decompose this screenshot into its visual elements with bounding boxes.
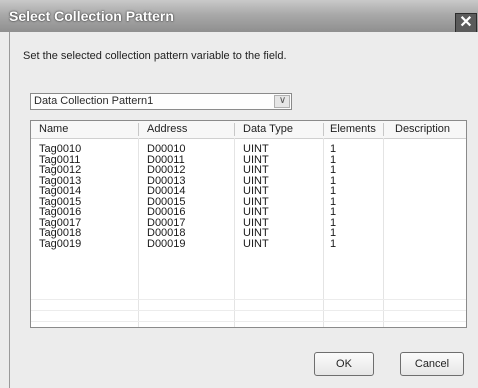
- cancel-button[interactable]: Cancel: [400, 352, 464, 376]
- column-header-address[interactable]: Address: [147, 123, 187, 135]
- column-header-description[interactable]: Description: [395, 123, 450, 135]
- variable-table[interactable]: Name Address Data Type Elements Descript…: [30, 120, 467, 328]
- row-gridline: [31, 321, 466, 322]
- column-header-elements[interactable]: Elements: [330, 123, 376, 135]
- cell-elements: 1: [330, 237, 337, 250]
- cancel-button-label: Cancel: [414, 358, 450, 370]
- row-gridline: [31, 299, 466, 300]
- ok-button[interactable]: OK: [314, 352, 374, 376]
- cell-address: D00019: [147, 237, 186, 250]
- cell-data-type: UINT: [243, 237, 269, 250]
- cell-name: Tag0019: [39, 237, 82, 250]
- title-bar[interactable]: Select Collection Pattern ✕: [0, 0, 478, 33]
- table-header: Name Address Data Type Elements Descript…: [31, 121, 466, 139]
- dialog-title: Select Collection Pattern: [9, 8, 174, 24]
- select-collection-pattern-dialog: Select Collection Pattern ✕ Set the sele…: [0, 0, 478, 388]
- chevron-down-icon: ∨: [278, 95, 287, 106]
- column-header-data-type[interactable]: Data Type: [243, 123, 293, 135]
- column-divider[interactable]: [383, 123, 384, 136]
- instruction-text: Set the selected collection pattern vari…: [23, 50, 287, 62]
- collection-pattern-value: Data Collection Pattern1: [34, 95, 154, 107]
- collection-pattern-dropdown[interactable]: Data Collection Pattern1 ∨: [30, 93, 292, 110]
- column-header-name[interactable]: Name: [39, 123, 68, 135]
- close-icon: ✕: [459, 14, 473, 31]
- column-divider[interactable]: [323, 123, 324, 136]
- column-divider[interactable]: [234, 123, 235, 136]
- ok-button-label: OK: [336, 358, 352, 370]
- dropdown-button[interactable]: ∨: [274, 95, 290, 108]
- column-divider[interactable]: [138, 123, 139, 136]
- close-button[interactable]: ✕: [455, 13, 477, 33]
- row-gridline: [31, 310, 466, 311]
